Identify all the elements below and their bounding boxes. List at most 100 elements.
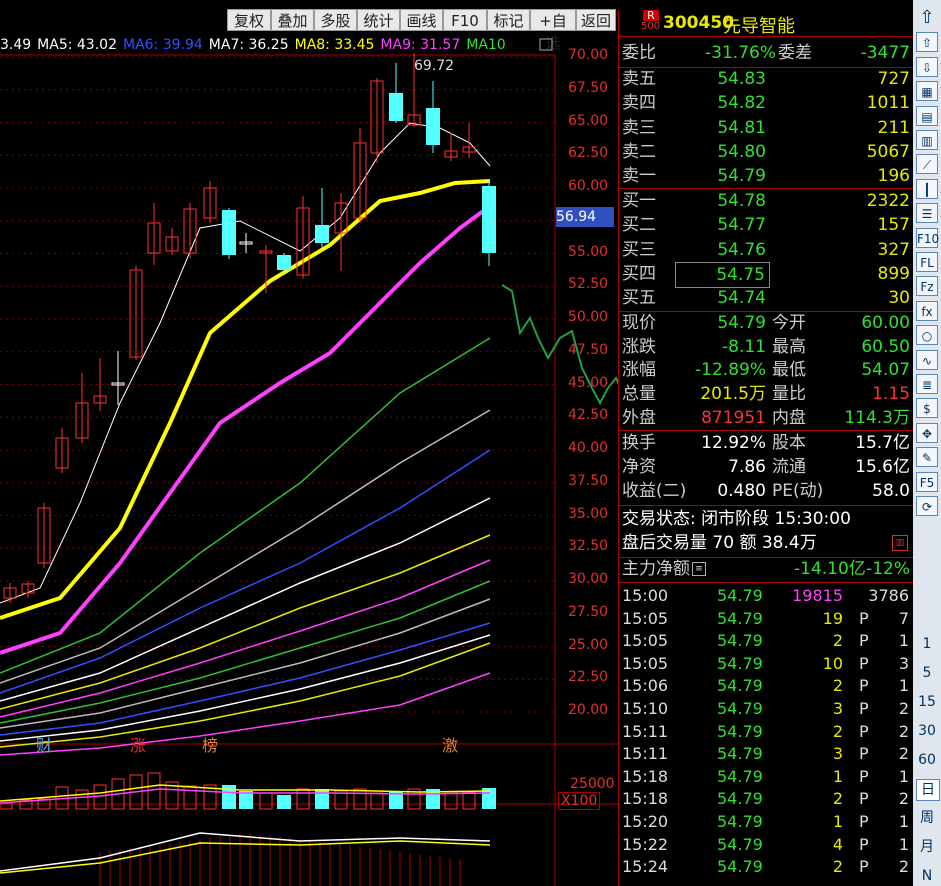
- circle-icon[interactable]: ○: [916, 325, 938, 346]
- list-icon[interactable]: ≡: [692, 562, 706, 576]
- bid-price: 54.78: [717, 191, 766, 211]
- toolbar-button-3[interactable]: 统计: [357, 9, 400, 31]
- tick-row[interactable]: 15:11 54.79 2 P 2: [619, 721, 911, 744]
- fl-icon[interactable]: FL: [916, 252, 938, 272]
- tick-side: P: [859, 653, 869, 673]
- bid-row[interactable]: 买五 54.74 30: [622, 286, 912, 310]
- period-button[interactable]: 60: [916, 750, 938, 770]
- table-icon[interactable]: ▥: [916, 130, 938, 150]
- quote-value: -8.11: [722, 336, 766, 357]
- tick-row[interactable]: 15:05 54.79 2 P 1: [619, 630, 911, 653]
- bid-row[interactable]: 买二 54.77 157: [622, 213, 912, 237]
- toolbar-button-8[interactable]: 返回: [576, 9, 616, 31]
- tick-row[interactable]: 15:10 54.79 3 P 2: [619, 698, 911, 721]
- list-icon[interactable]: ☰: [916, 203, 938, 224]
- toolbar-button-5[interactable]: F10: [443, 9, 487, 31]
- toolbar-button-1[interactable]: 叠加: [271, 9, 314, 31]
- bid-price: 54.77: [717, 215, 766, 236]
- refresh-icon[interactable]: ⟳: [916, 496, 938, 516]
- tick-row[interactable]: 15:00 54.79 19815 3786: [619, 585, 911, 608]
- tick-row[interactable]: 15:18 54.79 1 P 1: [619, 766, 911, 789]
- tick-price: 54.79: [717, 721, 763, 741]
- event-marker[interactable]: 激: [442, 732, 458, 756]
- toolbar-button-7[interactable]: +自选: [530, 9, 576, 52]
- collapse-icon[interactable]: [539, 38, 553, 51]
- candle-icon[interactable]: ┃: [916, 178, 938, 199]
- chart-toolbar: 复权 叠加 多股 统计 画线 F10 标记 +自选 返回: [0, 0, 618, 52]
- toolbar-button-6[interactable]: 标记: [487, 9, 530, 31]
- main-flow-row[interactable]: 主力净额 ≡ -14.10亿 -12%: [622, 557, 912, 581]
- bid-row[interactable]: 买一 54.78 2322: [622, 189, 912, 213]
- macd-dea: [0, 840, 491, 874]
- period-button[interactable]: 日: [916, 779, 940, 801]
- period-button[interactable]: 1: [916, 634, 938, 654]
- tick-row[interactable]: 15:22 54.79 4 P 1: [619, 834, 911, 857]
- event-marker[interactable]: 财: [36, 732, 52, 756]
- after-hours-text: 盘后交易量 70 额 38.4万: [622, 533, 817, 553]
- list-icon[interactable]: ≣: [916, 374, 938, 394]
- tick-count: 2: [898, 699, 909, 718]
- tick-row[interactable]: 15:24 54.79 2 P 2: [619, 856, 911, 879]
- price-axis-tick: 20.00: [568, 702, 609, 718]
- event-marker[interactable]: 涨: [130, 732, 146, 756]
- line-chart-icon[interactable]: ⟋: [916, 154, 938, 175]
- tick-row[interactable]: 15:05 54.79 19 P 7: [619, 608, 911, 631]
- f10-icon[interactable]: F10: [916, 227, 939, 248]
- ask-row[interactable]: 卖二 54.80 5067: [622, 140, 912, 164]
- wave-icon[interactable]: ∿: [916, 349, 938, 370]
- tick-row[interactable]: 15:20 54.79 1 P 1: [619, 811, 911, 834]
- tick-count: 1: [898, 766, 909, 786]
- fz-icon[interactable]: Fz: [916, 276, 938, 297]
- table-icon[interactable]: ▤: [916, 105, 938, 126]
- quote-value-2: 114.3万: [844, 407, 910, 428]
- period-button[interactable]: 周: [916, 808, 938, 828]
- divider: [619, 505, 914, 506]
- quote-panel: R 500 300450 先导智能 委比 -31.76% 委差 -3477 卖五…: [618, 10, 914, 886]
- tick-row[interactable]: 15:18 54.79 2 P 2: [619, 788, 911, 811]
- toolbar-button-0[interactable]: 复权: [227, 9, 271, 31]
- quote-value-2: 60.50: [861, 336, 910, 357]
- period-button[interactable]: N: [916, 866, 938, 886]
- fx-icon[interactable]: fx: [916, 300, 938, 321]
- ask-row[interactable]: 卖五 54.83 727: [622, 67, 912, 91]
- tick-volume: 3: [832, 699, 843, 718]
- volume-unit-label: X100: [558, 792, 601, 810]
- bid-row[interactable]: 买三 54.76 327: [622, 238, 912, 262]
- tick-row[interactable]: 15:11 54.79 3 P 2: [619, 743, 911, 766]
- price-axis-tick: 52.50: [568, 276, 609, 293]
- toolbar-button-4[interactable]: 画线: [400, 9, 443, 31]
- volume-axis-label: 25000: [570, 776, 615, 792]
- bid-price: 54.75: [675, 261, 770, 288]
- ask-row[interactable]: 卖一 54.79 196: [622, 164, 912, 188]
- bar-chart-icon[interactable]: ▥: [892, 535, 908, 551]
- tick-time: 15:20: [622, 812, 669, 831]
- up-arrow-icon[interactable]: ⇧: [916, 32, 938, 53]
- down-arrow-icon[interactable]: ⇩: [916, 56, 938, 77]
- period-button[interactable]: 30: [916, 721, 938, 741]
- period-button[interactable]: 5: [916, 663, 938, 683]
- tick-time: 15:24: [622, 857, 669, 877]
- price-axis-tick: 60.00: [568, 178, 609, 194]
- up-arrow-icon[interactable]: ⇧: [916, 8, 938, 28]
- ask-row[interactable]: 卖四 54.82 1011: [622, 91, 912, 115]
- stock-badge-bottom: 500: [641, 21, 661, 32]
- toolbar-button-2[interactable]: 多股: [314, 9, 357, 31]
- period-button[interactable]: 15: [916, 692, 938, 712]
- tick-row[interactable]: 15:06 54.79 2 P 1: [619, 675, 911, 698]
- ask-row[interactable]: 卖三 54.81 211: [622, 116, 912, 140]
- f5-icon[interactable]: F5: [916, 471, 938, 492]
- move-icon[interactable]: ✥: [916, 422, 938, 443]
- event-marker[interactable]: 榜: [202, 732, 218, 756]
- kline-chart[interactable]: [0, 33, 618, 886]
- bid-row[interactable]: 买四 54.75 899: [622, 261, 912, 288]
- pencil-icon[interactable]: ✎: [916, 447, 938, 468]
- quote-value: -12.89%: [695, 360, 766, 381]
- fund-row: 收益(二) 0.480 PE(动) 58.0: [622, 479, 912, 503]
- grid-icon[interactable]: ▦: [916, 81, 938, 102]
- ask-volume: 196: [877, 166, 910, 187]
- dollar-icon[interactable]: $: [916, 398, 938, 419]
- period-button[interactable]: 月: [916, 837, 938, 857]
- volume-bar: [353, 788, 367, 810]
- tick-list[interactable]: 15:00 54.79 19815 3786 15:05 54.79 19 P 7 15:05 54…: [619, 585, 914, 885]
- tick-row[interactable]: 15:05 54.79 10 P 3: [619, 653, 911, 676]
